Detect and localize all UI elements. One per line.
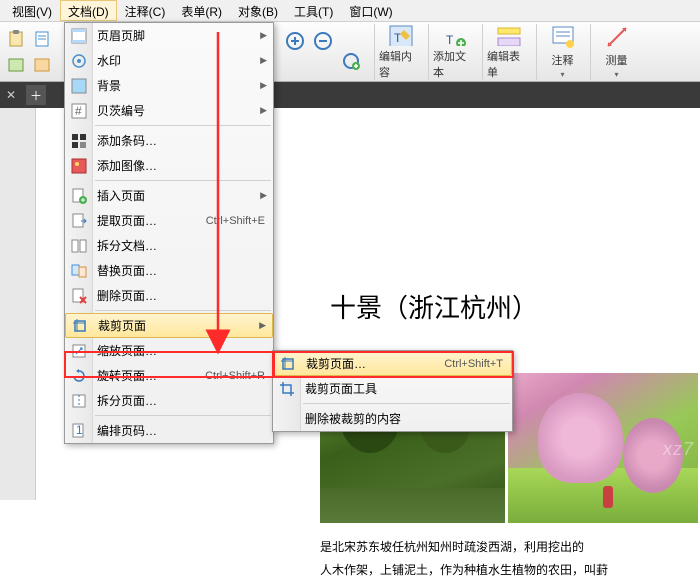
mi-insert-page[interactable]: 插入页面▶: [65, 183, 273, 208]
tb-edit-form[interactable]: 编辑表单: [482, 24, 534, 80]
menu-view[interactable]: 视图(V): [4, 0, 60, 21]
mi-rotate-page[interactable]: 旋转页面…Ctrl+Shift+R: [65, 363, 273, 388]
mi-crop-page[interactable]: 裁剪页面▶: [65, 313, 273, 338]
smi-crop-page[interactable]: 裁剪页面…Ctrl+Shift+T: [273, 351, 512, 376]
mi-background[interactable]: 背景▶: [65, 73, 273, 98]
svg-text:#: #: [75, 104, 82, 118]
mi-add-barcode[interactable]: 添加条码…: [65, 128, 273, 153]
mi-split-doc[interactable]: 拆分文档…: [65, 233, 273, 258]
menu-object[interactable]: 对象(B): [230, 0, 286, 21]
measure-icon: [604, 24, 630, 50]
crop-icon: [279, 355, 297, 373]
mi-delete-page[interactable]: 删除页面…: [65, 283, 273, 308]
mi-header-footer[interactable]: 页眉页脚▶: [65, 23, 273, 48]
crop-tool-icon: [278, 380, 296, 398]
crop-page-icon: [71, 317, 89, 335]
svg-text:1: 1: [76, 423, 83, 437]
replace-page-icon: [70, 262, 88, 280]
menubar: 视图(V) 文档(D) 注释(C) 表单(R) 对象(B) 工具(T) 窗口(W…: [0, 0, 700, 22]
tb-btn-4[interactable]: [30, 53, 54, 77]
annotate-icon: [550, 24, 576, 50]
tb-btn-3[interactable]: [4, 53, 28, 77]
mi-zoom-page[interactable]: 缩放页面…: [65, 338, 273, 363]
background-icon: [70, 77, 88, 95]
mi-add-image[interactable]: 添加图像…: [65, 153, 273, 178]
menu-tools[interactable]: 工具(T): [286, 0, 341, 21]
smi-remove-crop[interactable]: 删除被裁剪的内容: [273, 406, 512, 431]
document-menu-dropdown: 页眉页脚▶ 水印▶ 背景▶ #贝茨编号▶ 添加条码… 添加图像… 插入页面▶ 提…: [64, 22, 274, 444]
bates-icon: #: [70, 102, 88, 120]
tb-btn-doc[interactable]: [30, 27, 54, 51]
mi-bates[interactable]: #贝茨编号▶: [65, 98, 273, 123]
mi-number-page[interactable]: 1编排页码…: [65, 418, 273, 443]
image-icon: [70, 157, 88, 175]
tb-annotate[interactable]: 注释 ▾: [536, 24, 588, 80]
menu-window[interactable]: 窗口(W): [341, 0, 400, 21]
doc-heading: 十景（浙江杭州）: [330, 288, 538, 325]
zoom-add-icon[interactable]: [340, 50, 364, 74]
menu-annot[interactable]: 注释(C): [117, 0, 174, 21]
add-text-icon: T: [442, 24, 468, 46]
tb-edit-content[interactable]: T 编辑内容: [374, 24, 426, 80]
header-footer-icon: [70, 27, 88, 45]
number-page-icon: 1: [70, 422, 88, 440]
crop-submenu: 裁剪页面…Ctrl+Shift+T 裁剪页面工具 删除被裁剪的内容: [272, 350, 513, 432]
svg-text:T: T: [446, 33, 454, 46]
menu-form[interactable]: 表单(R): [173, 0, 230, 21]
mi-replace-page[interactable]: 替换页面…: [65, 258, 273, 283]
smi-crop-tool[interactable]: 裁剪页面工具: [273, 376, 512, 401]
zoom-page-icon: [70, 342, 88, 360]
delete-page-icon: [70, 287, 88, 305]
doc-body: 是北宋苏东坡任杭州知州时疏浚西湖，利用挖出的 人木作架，上铺泥土，作为种植水生植…: [320, 536, 700, 582]
mi-split-page[interactable]: 拆分页面…: [65, 388, 273, 413]
tb-add-text[interactable]: T 添加文本: [428, 24, 480, 80]
tb-measure[interactable]: 测量 ▾: [590, 24, 642, 80]
tab-add-button[interactable]: ＋: [26, 85, 46, 105]
watermark-icon: [70, 52, 88, 70]
edit-form-icon: [496, 24, 522, 46]
mi-extract-page[interactable]: 提取页面…Ctrl+Shift+E: [65, 208, 273, 233]
zoom-in-icon[interactable]: [284, 30, 308, 54]
insert-page-icon: [70, 187, 88, 205]
svg-text:T: T: [394, 31, 402, 45]
mi-watermark[interactable]: 水印▶: [65, 48, 273, 73]
doc-image-2: [508, 373, 698, 523]
tb-btn-clipboard[interactable]: [4, 27, 28, 51]
extract-page-icon: [70, 212, 88, 230]
sidebar: [0, 108, 36, 500]
split-doc-icon: [70, 237, 88, 255]
menu-document[interactable]: 文档(D): [60, 0, 117, 21]
split-page-icon: [70, 392, 88, 410]
tab-close-icon[interactable]: ✕: [6, 88, 20, 102]
rotate-page-icon: [70, 367, 88, 385]
zoom-out-icon[interactable]: [312, 30, 336, 54]
edit-content-icon: T: [388, 24, 414, 46]
barcode-icon: [70, 132, 88, 150]
